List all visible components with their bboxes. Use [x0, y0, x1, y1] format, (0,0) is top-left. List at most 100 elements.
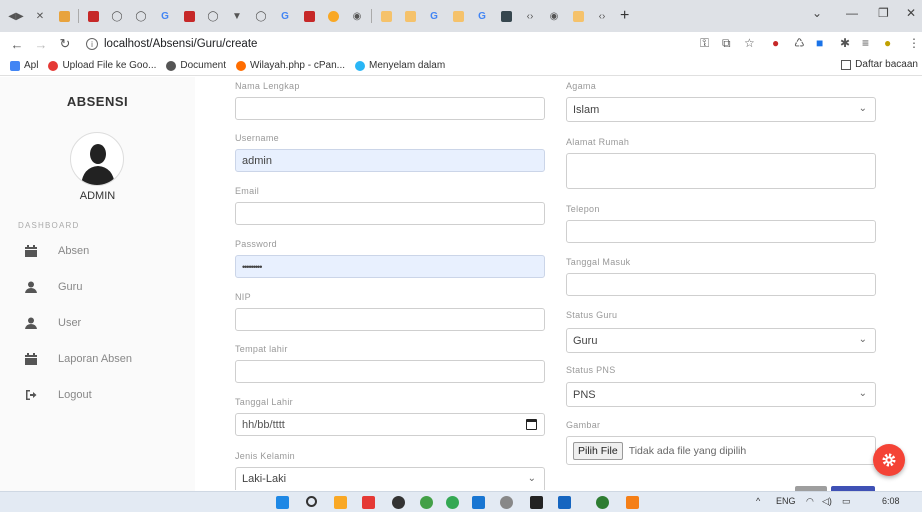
telepon-input[interactable] — [566, 220, 876, 243]
sidebar-item-logout[interactable]: Logout — [24, 385, 92, 405]
tab-favicon[interactable] — [447, 5, 469, 27]
wifi-icon[interactable]: ◠ — [806, 496, 814, 507]
url-field[interactable]: i localhost/Absensi/Guru/create — [86, 38, 257, 50]
sidebar-item-guru[interactable]: Guru — [24, 277, 82, 297]
bookmark-wilayah[interactable]: Wilayah.php - cPan... — [235, 60, 345, 71]
app-icon[interactable] — [558, 496, 571, 509]
date-placeholder: hh/bb/tttt — [242, 418, 285, 431]
whatsapp-icon[interactable] — [420, 496, 433, 509]
tab-favicon[interactable] — [399, 5, 421, 27]
app-icon[interactable] — [596, 496, 609, 509]
alamat-textarea[interactable] — [566, 153, 876, 189]
app-icon[interactable] — [362, 496, 375, 509]
bookmark-menyelam[interactable]: Menyelam dalam — [355, 60, 445, 71]
tab-favicon[interactable]: ▼ — [226, 5, 248, 27]
star-icon[interactable]: ☆ — [744, 36, 755, 50]
puzzle-icon[interactable]: ✱ — [840, 36, 850, 50]
tab-favicon[interactable] — [298, 5, 320, 27]
tab-favicon[interactable] — [567, 5, 589, 27]
code-icon[interactable]: ‹› — [519, 5, 541, 27]
tray-chevron-icon[interactable]: ^ — [756, 496, 760, 506]
jenis-kelamin-select[interactable]: Laki-Laki ⌄ — [235, 467, 545, 490]
tab-search-icon[interactable]: ⌄ — [812, 6, 822, 20]
google-icon[interactable]: G — [471, 5, 493, 27]
tab-favicon[interactable] — [322, 5, 344, 27]
reading-list-icon[interactable]: ≡ — [862, 36, 869, 50]
email-input[interactable] — [235, 202, 545, 225]
bookmark-apps[interactable]: Apl — [10, 60, 38, 71]
reading-list-button[interactable]: Daftar bacaan — [841, 59, 918, 70]
google-icon[interactable]: G — [423, 5, 445, 27]
status-guru-select[interactable]: Guru ⌄ — [566, 328, 876, 353]
select-value: Guru — [573, 334, 598, 347]
media-icon[interactable]: ◀▶ — [5, 5, 27, 27]
minimize-icon[interactable]: — — [846, 6, 858, 20]
app-icon[interactable] — [626, 496, 639, 509]
tanggal-lahir-input[interactable]: hh/bb/tttt — [235, 413, 545, 436]
nip-input[interactable] — [235, 308, 545, 331]
status-pns-label: Status PNS — [566, 365, 616, 375]
gambar-file-input[interactable]: Pilih File Tidak ada file yang dipilih — [566, 436, 876, 465]
translate-icon[interactable]: ⧉ — [722, 36, 731, 51]
forward-icon[interactable]: → — [34, 37, 48, 52]
google-icon[interactable]: G — [154, 5, 176, 27]
new-tab-button[interactable]: + — [620, 7, 629, 25]
clock[interactable]: 6:08 — [882, 496, 900, 506]
profile-icon[interactable]: ● — [884, 36, 891, 50]
tanggal-masuk-input[interactable] — [566, 273, 876, 296]
sidebar-item-absen[interactable]: Absen — [24, 241, 89, 261]
close-tab-icon[interactable]: ✕ — [29, 5, 51, 27]
app-icon[interactable] — [392, 496, 405, 509]
sidebar-item-laporan-absen[interactable]: Laporan Absen — [24, 349, 132, 369]
extension-icon[interactable]: ♺ — [794, 36, 805, 50]
status-pns-select[interactable]: PNS ⌄ — [566, 382, 876, 407]
calendar-icon[interactable] — [526, 419, 537, 430]
volume-icon[interactable]: ◁) — [822, 496, 832, 507]
github-icon[interactable]: ◯ — [202, 5, 224, 27]
chrome-icon[interactable]: ◉ — [543, 5, 565, 27]
back-icon[interactable]: ← — [10, 37, 24, 52]
menu-icon[interactable]: ⋮ — [908, 36, 920, 50]
bookmark-document[interactable]: Document — [166, 60, 226, 71]
settings-fab[interactable] — [873, 444, 905, 476]
nama-input[interactable] — [235, 97, 545, 120]
windows-start-icon[interactable] — [276, 496, 289, 509]
tempat-lahir-input[interactable] — [235, 360, 545, 383]
github-icon[interactable]: ◯ — [106, 5, 128, 27]
tab-favicon[interactable] — [53, 5, 75, 27]
tab-favicon[interactable] — [82, 5, 104, 27]
bookmark-icon — [355, 60, 366, 71]
chrome-icon[interactable]: ◉ — [346, 5, 368, 27]
extension-icon[interactable]: ■ — [816, 36, 823, 50]
bookmark-upload[interactable]: Upload File ke Goo... — [48, 60, 156, 71]
github-icon[interactable]: ◯ — [250, 5, 272, 27]
google-icon[interactable]: G — [274, 5, 296, 27]
settings-icon[interactable] — [500, 496, 513, 509]
bookmarks-bar: Apl Upload File ke Goo... Document Wilay… — [0, 56, 922, 76]
maximize-icon[interactable]: ❐ — [878, 6, 889, 20]
tab-favicon[interactable] — [375, 5, 397, 27]
password-input[interactable]: ••••••••• — [235, 255, 545, 278]
reload-icon[interactable]: ↻ — [58, 36, 72, 52]
choose-file-button[interactable]: Pilih File — [573, 441, 623, 460]
extension-icon[interactable]: ● — [772, 36, 779, 50]
close-window-icon[interactable]: ✕ — [906, 6, 916, 20]
select-value: Islam — [573, 103, 600, 116]
language-indicator[interactable]: ENG — [776, 496, 796, 506]
sidebar-item-user[interactable]: User — [24, 313, 81, 333]
search-icon[interactable] — [306, 496, 317, 507]
chrome-icon[interactable] — [446, 496, 459, 509]
file-explorer-icon[interactable] — [334, 496, 347, 509]
key-icon[interactable]: ⚿ — [700, 36, 709, 51]
code-icon[interactable]: ‹› — [591, 5, 613, 27]
sidebar: ABSENSI ADMIN DASHBOARD Absen Guru User … — [0, 77, 195, 491]
battery-icon[interactable]: ▭ — [842, 496, 851, 507]
site-info-icon[interactable]: i — [86, 38, 98, 50]
username-input[interactable]: admin — [235, 149, 545, 172]
agama-select[interactable]: Islam ⌄ — [566, 97, 876, 122]
tab-favicon[interactable] — [495, 5, 517, 27]
terminal-icon[interactable] — [530, 496, 543, 509]
tab-favicon[interactable] — [178, 5, 200, 27]
vscode-icon[interactable] — [472, 496, 485, 509]
github-icon[interactable]: ◯ — [130, 5, 152, 27]
